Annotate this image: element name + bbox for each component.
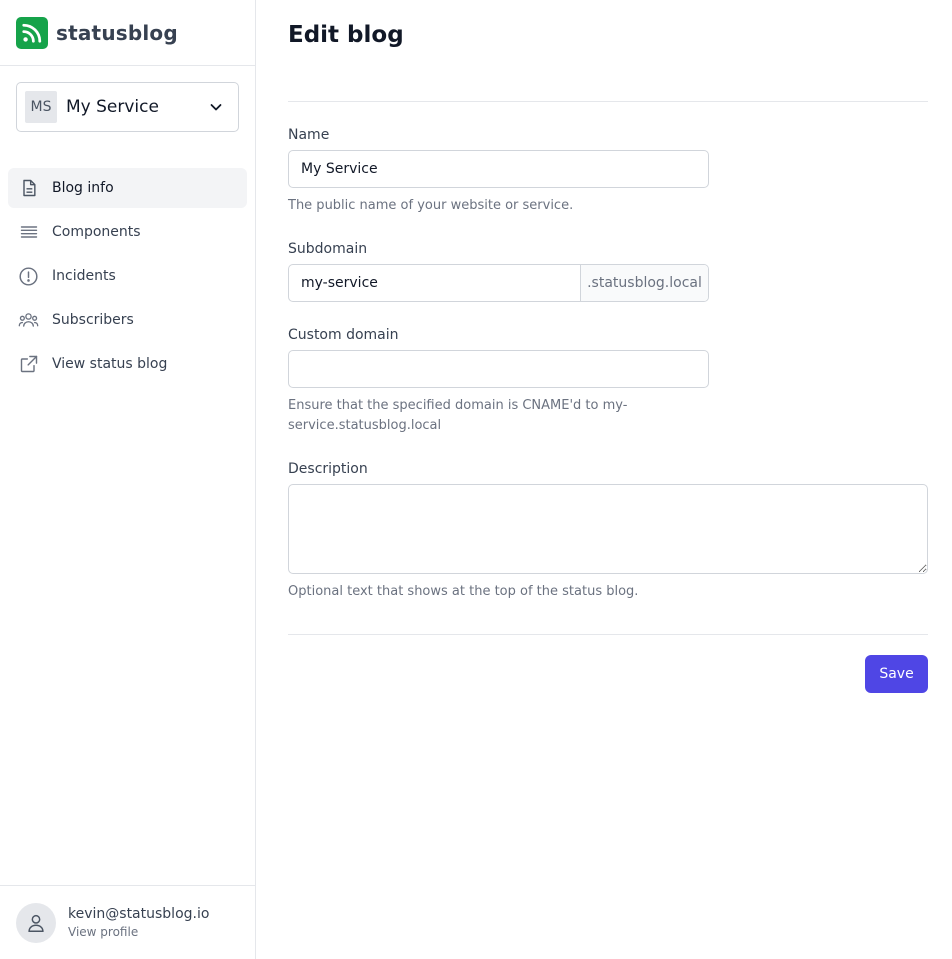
save-button[interactable]: Save	[865, 655, 928, 693]
subdomain-suffix: .statusblog.local	[580, 265, 708, 301]
page-title: Edit blog	[288, 22, 404, 48]
sidebar-item-incidents[interactable]: Incidents	[8, 256, 247, 296]
user-profile[interactable]: kevin@statusblog.io View profile	[0, 885, 255, 959]
exclamation-circle-icon	[18, 266, 39, 287]
custom-domain-label: Custom domain	[288, 327, 399, 343]
description-help-text: Optional text that shows at the top of t…	[288, 584, 639, 599]
custom-domain-help-text: Ensure that the specified domain is CNAM…	[288, 398, 628, 433]
rss-logo-icon	[16, 16, 48, 49]
service-selector[interactable]: MS My Service	[16, 82, 239, 132]
sidebar-item-view-status-blog[interactable]: View status blog	[8, 344, 247, 384]
user-icon	[16, 902, 56, 943]
brand[interactable]: statusblog	[0, 0, 255, 66]
sidebar-item-label: Subscribers	[52, 312, 134, 328]
sidebar-item-blog-info[interactable]: Blog info	[8, 168, 247, 208]
sidebar: statusblog MS My Service Blog info Compo…	[0, 0, 256, 959]
menu-lines-icon	[18, 222, 39, 243]
service-name: My Service	[66, 97, 159, 117]
name-input[interactable]	[288, 150, 709, 188]
chevron-down-icon	[210, 104, 222, 111]
brand-name: statusblog	[56, 20, 178, 45]
subdomain-input[interactable]	[289, 265, 580, 301]
view-profile-link[interactable]: View profile	[68, 925, 209, 939]
subdomain-field: .statusblog.local	[288, 264, 709, 302]
description-textarea[interactable]	[288, 484, 928, 574]
sidebar-item-label: Blog info	[52, 180, 114, 196]
sidebar-item-label: Incidents	[52, 268, 116, 284]
custom-domain-input[interactable]	[288, 350, 709, 388]
user-group-icon	[18, 310, 39, 331]
name-help-text: The public name of your website or servi…	[288, 198, 574, 213]
sidebar-item-label: Components	[52, 224, 141, 240]
document-icon	[18, 178, 39, 199]
sidebar-item-components[interactable]: Components	[8, 212, 247, 252]
subdomain-label: Subdomain	[288, 241, 368, 257]
profile-email: kevin@statusblog.io	[68, 906, 210, 922]
service-avatar: MS	[25, 91, 57, 123]
description-label: Description	[288, 461, 368, 477]
external-link-icon	[18, 354, 39, 375]
sidebar-item-label: View status blog	[52, 356, 168, 372]
sidebar-item-subscribers[interactable]: Subscribers	[8, 300, 247, 340]
sidebar-nav: Blog info Components Incidents Subscribe…	[8, 168, 247, 388]
divider	[288, 634, 928, 635]
divider	[288, 101, 928, 102]
name-label: Name	[288, 127, 330, 143]
